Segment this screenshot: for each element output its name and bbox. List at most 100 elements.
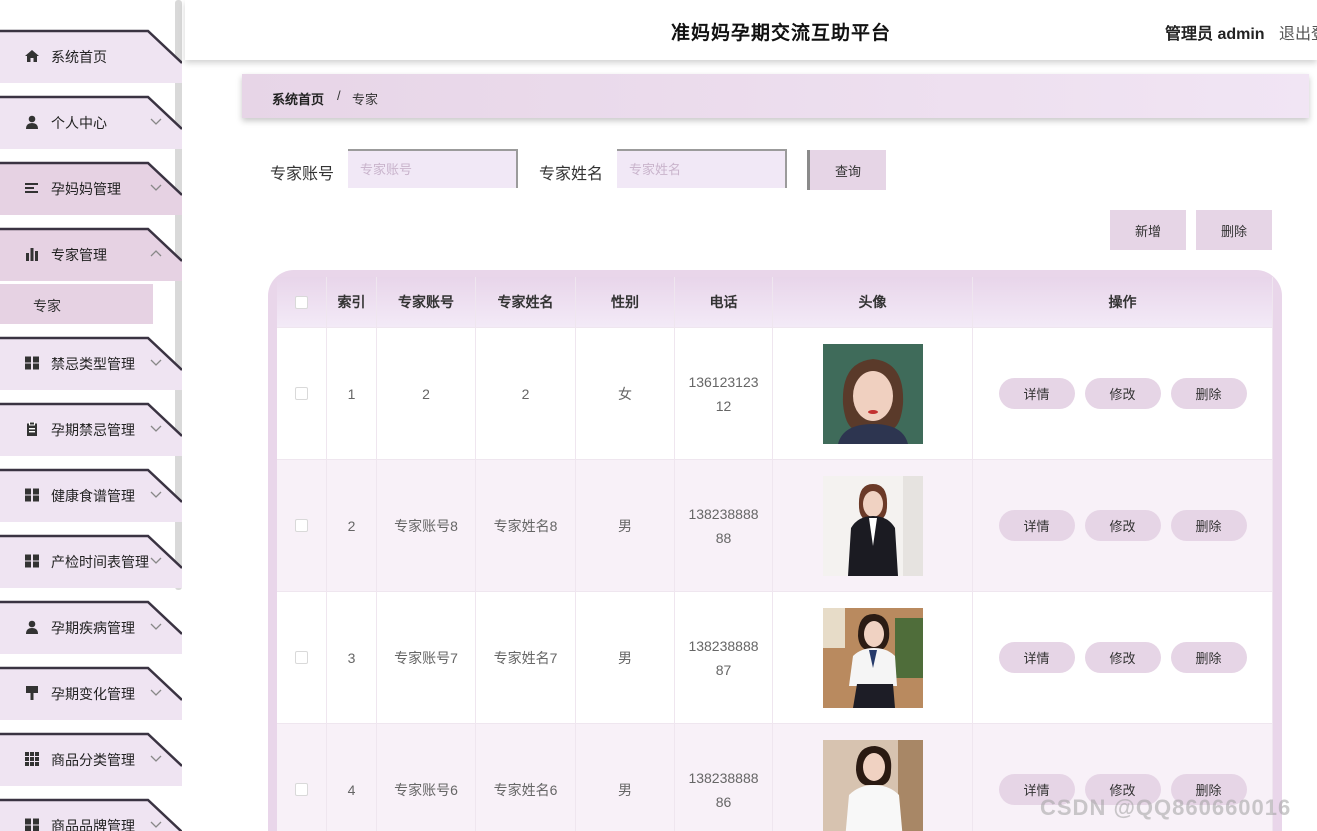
delete-button[interactable]: 删除 bbox=[1170, 378, 1247, 409]
cell-name: 专家姓名7 bbox=[476, 592, 576, 723]
row-checkbox[interactable] bbox=[295, 387, 308, 400]
cell-index-text: 1 bbox=[347, 385, 356, 402]
cell-phone-text: 13612312312 bbox=[688, 373, 759, 414]
cell-gender-text: 男 bbox=[618, 649, 632, 666]
home-icon bbox=[24, 49, 40, 63]
cell-gender: 男 bbox=[576, 724, 675, 831]
cell-index: 4 bbox=[327, 724, 377, 831]
cell-gender-text: 女 bbox=[618, 385, 632, 402]
cell-account-text: 专家账号6 bbox=[394, 781, 458, 798]
detail-button[interactable]: 详情 bbox=[998, 510, 1075, 541]
table-row: 3 专家账号7 专家姓名7 男 13823888887 详情 修改 删除 bbox=[277, 591, 1273, 723]
sidebar-item-recipe-management[interactable]: 健康食谱管理 bbox=[0, 468, 183, 522]
cell-index: 1 bbox=[327, 328, 377, 459]
sidebar-item-label: 个人中心 bbox=[51, 115, 107, 131]
row-actions: 详情 修改 删除 bbox=[998, 510, 1247, 541]
cell-index: 3 bbox=[327, 592, 377, 723]
cell-name-text: 专家姓名6 bbox=[493, 781, 558, 798]
edit-button[interactable]: 修改 bbox=[1084, 510, 1161, 541]
sidebar-item-label: 孕期变化管理 bbox=[51, 686, 135, 702]
sidebar-item-taboo-type-management[interactable]: 禁忌类型管理 bbox=[0, 336, 183, 390]
name-search-label: 专家姓名 bbox=[539, 166, 604, 183]
select-all-checkbox[interactable] bbox=[295, 295, 308, 309]
app-title: 准妈妈孕期交流互助平台 bbox=[671, 23, 892, 44]
cell-account: 专家账号6 bbox=[377, 724, 476, 831]
cell-name: 专家姓名8 bbox=[476, 460, 576, 591]
sidebar-item-expert-management[interactable]: 专家管理 bbox=[0, 227, 183, 281]
chevron-down-icon[interactable] bbox=[150, 684, 162, 696]
sidebar-item-checkup-schedule-management[interactable]: 产检时间表管理 bbox=[0, 534, 183, 588]
chevron-down-icon[interactable] bbox=[150, 750, 162, 762]
sidebar-item-label: 孕妈妈管理 bbox=[51, 181, 121, 197]
chevron-up-icon[interactable] bbox=[150, 245, 162, 257]
add-button[interactable]: 新增 bbox=[1110, 210, 1186, 250]
cell-gender-text: 男 bbox=[618, 517, 632, 534]
grid-icon bbox=[24, 818, 40, 831]
name-search-input[interactable] bbox=[617, 149, 787, 188]
cell-name-text: 2 bbox=[521, 385, 530, 402]
chevron-down-icon[interactable] bbox=[150, 552, 162, 564]
sidebar-item-product-brand-management[interactable]: 商品品牌管理 bbox=[0, 798, 183, 831]
column-header-account: 专家账号 bbox=[377, 277, 476, 327]
sidebar-item-home[interactable]: 系统首页 bbox=[0, 29, 183, 83]
bar-chart-icon bbox=[24, 247, 40, 261]
detail-button[interactable]: 详情 bbox=[998, 378, 1075, 409]
row-checkbox[interactable] bbox=[295, 519, 308, 532]
sidebar-item-mother-management[interactable]: 孕妈妈管理 bbox=[0, 161, 183, 215]
cell-phone: 13612312312 bbox=[675, 328, 773, 459]
cell-account-text: 专家账号7 bbox=[394, 649, 458, 666]
delete-button[interactable]: 删除 bbox=[1170, 642, 1247, 673]
cell-account: 专家账号7 bbox=[377, 592, 476, 723]
cell-index-text: 4 bbox=[347, 781, 356, 798]
table-row: 1 2 2 女 13612312312 详情 修改 删除 bbox=[277, 327, 1273, 459]
chevron-down-icon[interactable] bbox=[150, 618, 162, 630]
chevron-down-icon[interactable] bbox=[150, 420, 162, 432]
cell-name-text: 专家姓名8 bbox=[493, 517, 558, 534]
chevron-down-icon[interactable] bbox=[150, 816, 162, 828]
delete-button[interactable]: 删除 bbox=[1170, 510, 1247, 541]
brush-icon bbox=[24, 686, 40, 700]
chevron-down-icon[interactable] bbox=[150, 113, 162, 125]
breadcrumb-separator: / bbox=[337, 88, 341, 103]
row-checkbox[interactable] bbox=[295, 651, 308, 664]
grid-icon bbox=[24, 554, 40, 568]
cell-account-text: 2 bbox=[422, 385, 430, 402]
csdn-watermark: CSDN @QQ860660016 bbox=[1040, 795, 1292, 820]
row-checkbox[interactable] bbox=[295, 783, 308, 796]
cell-account: 2 bbox=[377, 328, 476, 459]
sidebar-item-personal-center[interactable]: 个人中心 bbox=[0, 95, 183, 149]
breadcrumb-home[interactable]: 系统首页 bbox=[272, 89, 324, 108]
user-icon bbox=[24, 115, 40, 129]
top-header: 准妈妈孕期交流互助平台 管理员 admin 退出登 bbox=[185, 0, 1317, 60]
sidebar-item-label: 商品品牌管理 bbox=[51, 818, 135, 831]
chevron-down-icon[interactable] bbox=[150, 179, 162, 191]
expert-avatar bbox=[822, 739, 923, 831]
sidebar-item-disease-management[interactable]: 孕期疾病管理 bbox=[0, 600, 183, 654]
cell-name-text: 专家姓名7 bbox=[493, 649, 558, 666]
sidebar-item-change-management[interactable]: 孕期变化管理 bbox=[0, 666, 183, 720]
sidebar-item-label: 产检时间表管理 bbox=[51, 554, 149, 570]
detail-button[interactable]: 详情 bbox=[998, 642, 1075, 673]
sidebar-item-label: 禁忌类型管理 bbox=[51, 356, 135, 372]
grid-icon bbox=[24, 488, 40, 502]
row-actions: 详情 修改 删除 bbox=[998, 378, 1247, 409]
chevron-down-icon[interactable] bbox=[150, 486, 162, 498]
sidebar-item-product-category-management[interactable]: 商品分类管理 bbox=[0, 732, 183, 786]
logout-link[interactable]: 退出登 bbox=[1279, 20, 1317, 44]
batch-delete-button[interactable]: 删除 bbox=[1196, 210, 1272, 250]
sidebar-subitem-expert[interactable]: 专家 bbox=[0, 284, 153, 324]
column-header-name: 专家姓名 bbox=[476, 277, 576, 327]
sidebar-item-label: 专家管理 bbox=[51, 247, 107, 263]
edit-button[interactable]: 修改 bbox=[1084, 642, 1161, 673]
sidebar-item-label: 系统首页 bbox=[51, 49, 107, 65]
expert-avatar bbox=[822, 475, 923, 576]
sidebar-item-label: 商品分类管理 bbox=[51, 752, 135, 768]
sidebar-item-label: 孕期疾病管理 bbox=[51, 620, 135, 636]
account-search-input[interactable] bbox=[348, 149, 518, 188]
sidebar-item-taboo-management[interactable]: 孕期禁忌管理 bbox=[0, 402, 183, 456]
query-button[interactable]: 查询 bbox=[807, 150, 886, 190]
edit-button[interactable]: 修改 bbox=[1084, 378, 1161, 409]
chevron-down-icon[interactable] bbox=[150, 354, 162, 366]
cell-name: 专家姓名6 bbox=[476, 724, 576, 831]
column-header-avatar: 头像 bbox=[773, 277, 973, 327]
